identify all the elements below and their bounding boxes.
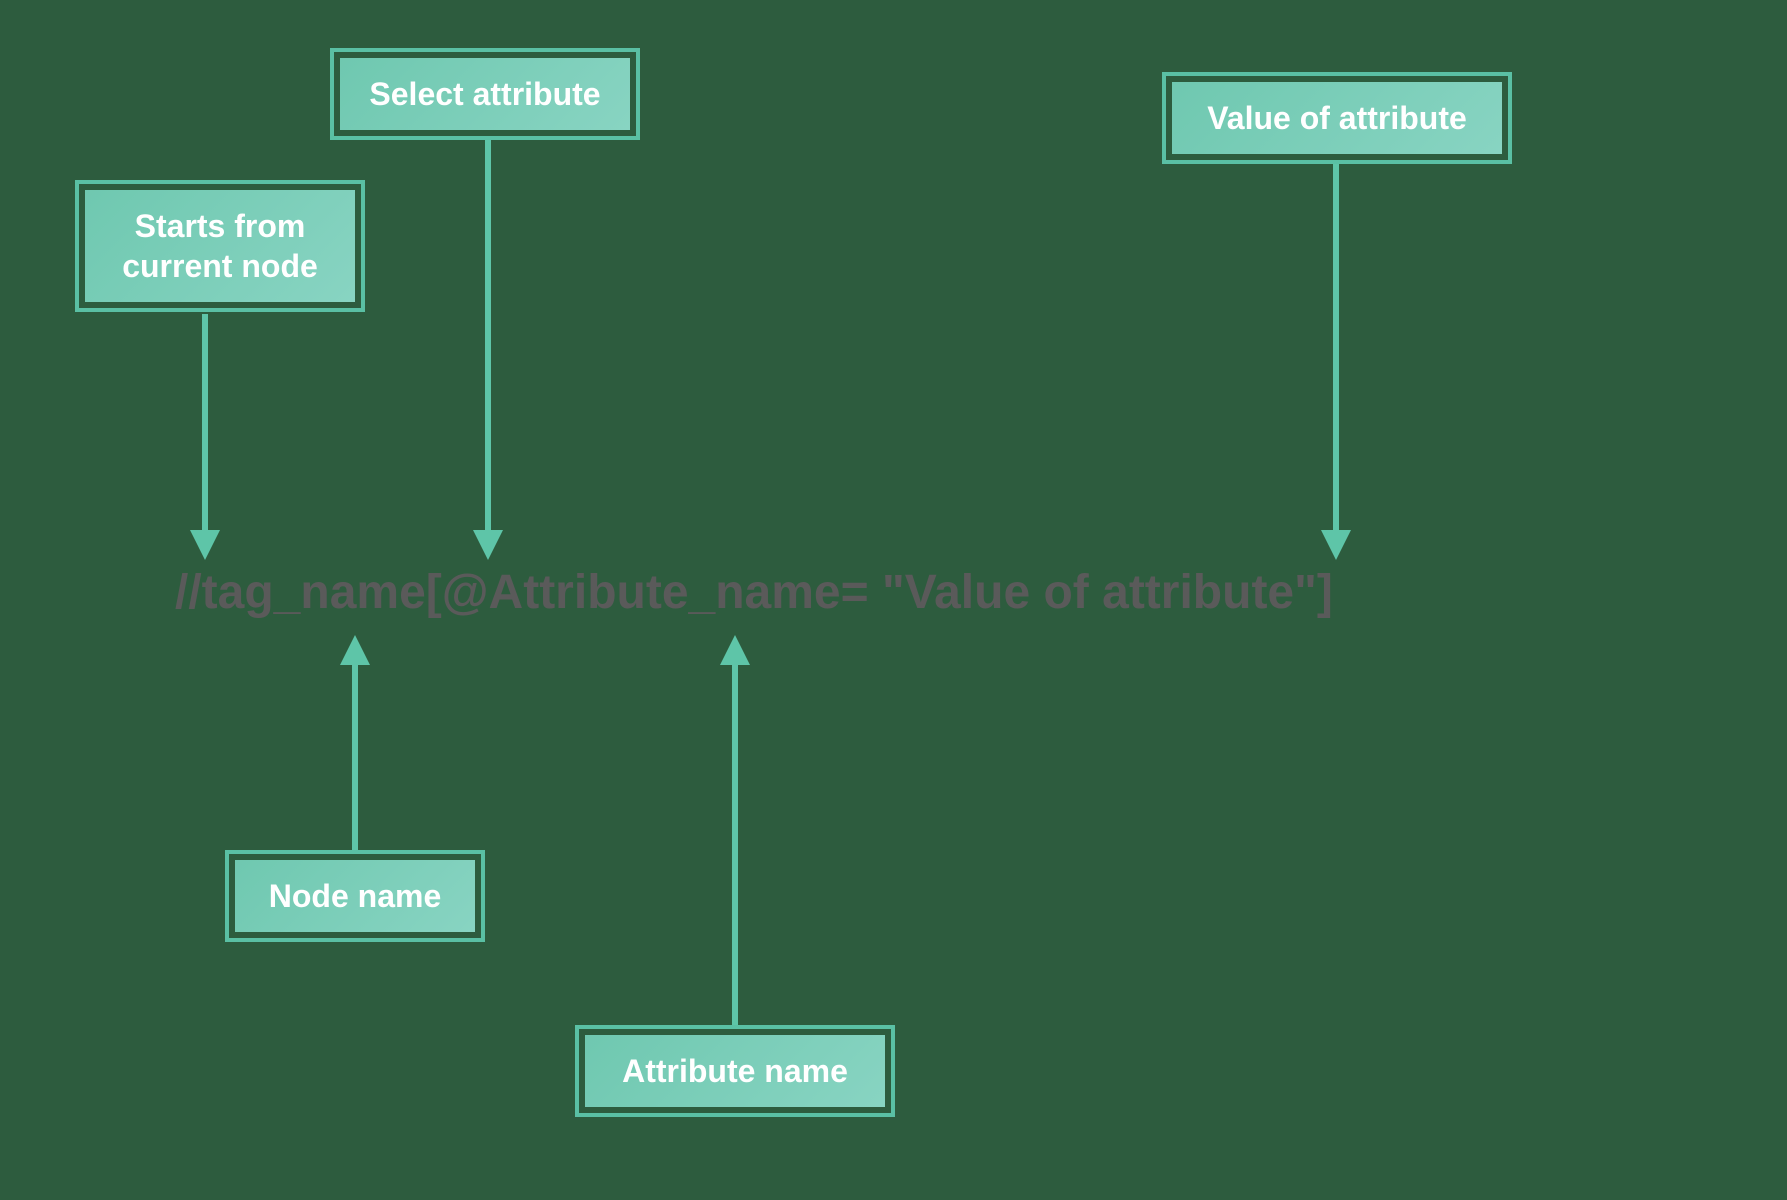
xpath-expression: //tag_name[@Attribute_name= "Value of at… xyxy=(175,565,1333,620)
attribute-name-label: Attribute name xyxy=(622,1051,848,1091)
value-of-attribute-box: Value of attribute xyxy=(1162,72,1512,164)
select-attribute-box: Select attribute xyxy=(330,48,640,140)
value-of-attribute-inner: Value of attribute xyxy=(1172,82,1502,154)
select-attribute-label: Select attribute xyxy=(369,74,600,114)
node-name-inner: Node name xyxy=(235,860,475,932)
node-name-label: Node name xyxy=(269,876,441,916)
value-of-attribute-label: Value of attribute xyxy=(1207,98,1467,138)
attribute-name-box: Attribute name xyxy=(575,1025,895,1117)
starts-from-label: Starts from current node xyxy=(122,206,318,286)
starts-from-box: Starts from current node xyxy=(75,180,365,312)
node-name-box: Node name xyxy=(225,850,485,942)
attribute-name-inner: Attribute name xyxy=(585,1035,885,1107)
select-attribute-inner: Select attribute xyxy=(340,58,630,130)
starts-from-inner: Starts from current node xyxy=(85,190,355,302)
